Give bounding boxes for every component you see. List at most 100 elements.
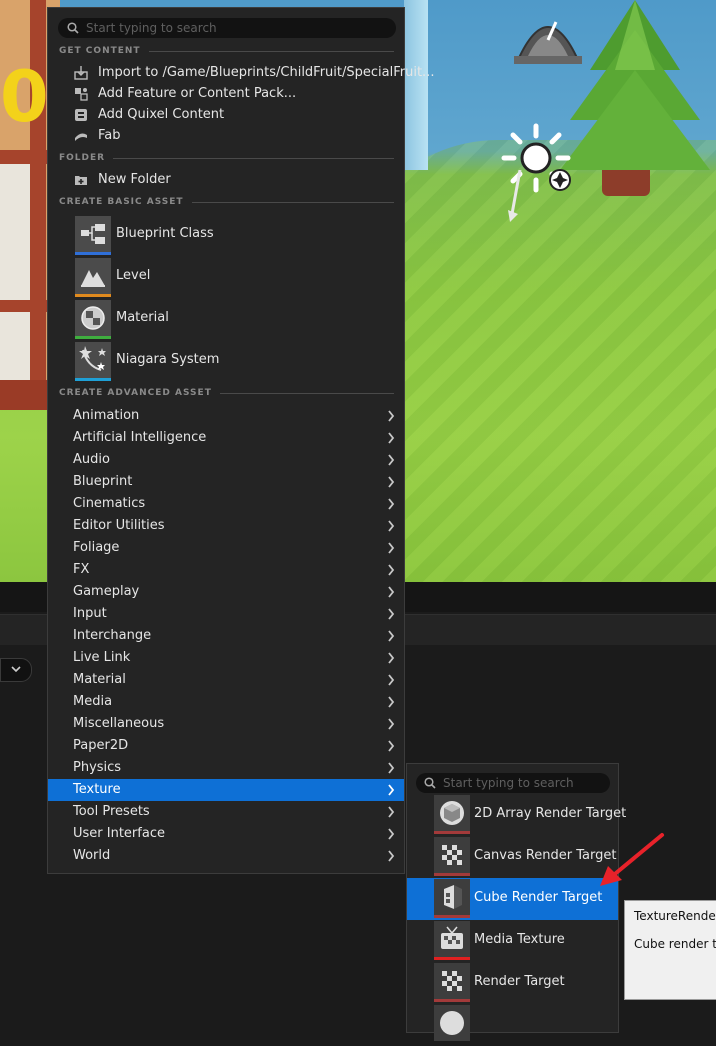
new-folder-icon [75,176,87,185]
chevron-right-icon [388,630,395,642]
menu-item-import[interactable]: Import to /Game/Blueprints/ChildFruit/Sp… [48,63,434,84]
chevron-right-icon [388,564,395,576]
asset-color-bar [434,957,470,960]
menu-item-input[interactable]: Input [48,603,404,625]
menu-item-add-quixel[interactable]: Add Quixel Content [48,105,404,126]
menu-search-box[interactable] [58,18,396,38]
menu-item-add-feature-pack[interactable]: Add Feature or Content Pack... [48,84,404,105]
chevron-right-icon [388,476,395,488]
filter-dropdown[interactable] [0,658,32,682]
render-target-icon [442,971,462,991]
chevron-right-icon [388,652,395,664]
menu-item-artificial-intelligence[interactable]: Artificial Intelligence [48,427,404,449]
menu-item-label: Input [73,606,107,621]
chevron-right-icon [388,850,395,862]
canvas-render-target-icon [442,845,462,865]
menu-item-paper2d[interactable]: Paper2D [48,735,404,757]
chevron-right-icon [388,784,395,796]
menu-item-label: World [73,848,111,863]
chevron-right-icon [388,454,395,466]
menu-item-animation[interactable]: Animation [48,405,404,427]
menu-item-cinematics[interactable]: Cinematics [48,493,404,515]
menu-item-material[interactable]: Material [48,299,404,339]
search-icon [424,777,436,789]
menu-item-label: Artificial Intelligence [73,430,207,445]
menu-item-label: Add Quixel Content [98,107,225,122]
menu-item-fab[interactable]: Fab [48,126,404,147]
menu-item-audio[interactable]: Audio [48,449,404,471]
render-target-thumbnail [434,963,470,1002]
menu-item-fx[interactable]: FX [48,559,404,581]
menu-item-gameplay[interactable]: Gameplay [48,581,404,603]
2d-array-render-target-thumbnail [434,795,470,834]
niagara-system-icon [79,346,106,371]
chevron-right-icon [388,806,395,818]
submenu-search-box[interactable] [416,773,610,793]
menu-item-label: Cinematics [73,496,146,511]
submenu-item-canvas-render-target[interactable]: Canvas Render Target [407,836,618,878]
menu-item-foliage[interactable]: Foliage [48,537,404,559]
menu-item-label: Level [116,268,151,283]
menu-item-world[interactable]: World [48,845,404,867]
menu-item-label: Audio [73,452,110,467]
menu-item-media[interactable]: Media [48,691,404,713]
menu-item-label: FX [73,562,90,577]
menu-item-miscellaneous[interactable]: Miscellaneous [48,713,404,735]
asset-color-bar [434,999,470,1002]
menu-item-physics[interactable]: Physics [48,757,404,779]
level-thumbnail [75,258,111,297]
menu-item-label: Media [73,694,113,709]
partial-thumbnail [434,1005,470,1041]
menu-item-label: Editor Utilities [73,518,165,533]
menu-item-level[interactable]: Level [48,257,404,297]
menu-item-live-link[interactable]: Live Link [48,647,404,669]
menu-item-label: Fab [98,128,121,143]
submenu-item-cube-render-target[interactable]: Cube Render Target [407,878,618,920]
submenu-item-render-target[interactable]: Render Target [407,962,618,1004]
submenu-item-2d-array-render-target[interactable]: 2D Array Render Target [407,794,626,836]
search-icon [67,22,79,34]
blueprint-class-icon [81,224,105,244]
menu-item-new-folder[interactable]: New Folder [48,170,404,191]
menu-item-tool-presets[interactable]: Tool Presets [48,801,404,823]
menu-item-label: Add Feature or Content Pack... [98,86,297,101]
chevron-right-icon [388,410,395,422]
menu-item-blueprint-class[interactable]: Blueprint Class [48,215,404,255]
menu-item-blueprint[interactable]: Blueprint [48,471,404,493]
cube-render-target-thumbnail [434,879,470,918]
texture-icon [440,1011,464,1035]
submenu-item-label: Render Target [474,974,565,989]
glass-pillar [404,0,428,170]
asset-color-bar [75,336,111,339]
menu-item-label: New Folder [98,172,171,187]
submenu-item-media-texture[interactable]: Media Texture [407,920,618,962]
menu-item-texture[interactable]: Texture [48,779,404,801]
chevron-right-icon [388,696,395,708]
menu-item-label: Blueprint Class [116,226,214,241]
section-label: CREATE ADVANCED ASSET [59,388,212,398]
submenu-search-input[interactable] [443,773,603,793]
feature-pack-icon [75,88,88,101]
menu-search-input[interactable] [86,18,386,38]
menu-item-interchange[interactable]: Interchange [48,625,404,647]
asset-color-bar [75,252,111,255]
media-texture-icon [441,926,463,949]
chevron-right-icon [388,828,395,840]
submenu-item-partial[interactable] [407,1004,618,1046]
chevron-right-icon [388,740,395,752]
menu-item-label: Miscellaneous [73,716,165,731]
section-label: GET CONTENT [59,46,141,56]
fab-icon [75,133,87,141]
menu-item-niagara-system[interactable]: Niagara System [48,341,404,381]
menu-item-material[interactable]: Material [48,669,404,691]
level-icon [81,270,105,287]
media-texture-thumbnail [434,921,470,960]
chevron-down-icon [11,666,21,673]
cube-render-target-icon [444,885,462,909]
menu-item-label: Niagara System [116,352,220,367]
menu-item-user-interface[interactable]: User Interface [48,823,404,845]
add-asset-context-menu: GET CONTENT Import to /Game/Blueprints/C… [47,7,434,874]
menu-item-editor-utilities[interactable]: Editor Utilities [48,515,404,537]
menu-item-label: Blueprint [73,474,133,489]
material-thumbnail [75,300,111,339]
